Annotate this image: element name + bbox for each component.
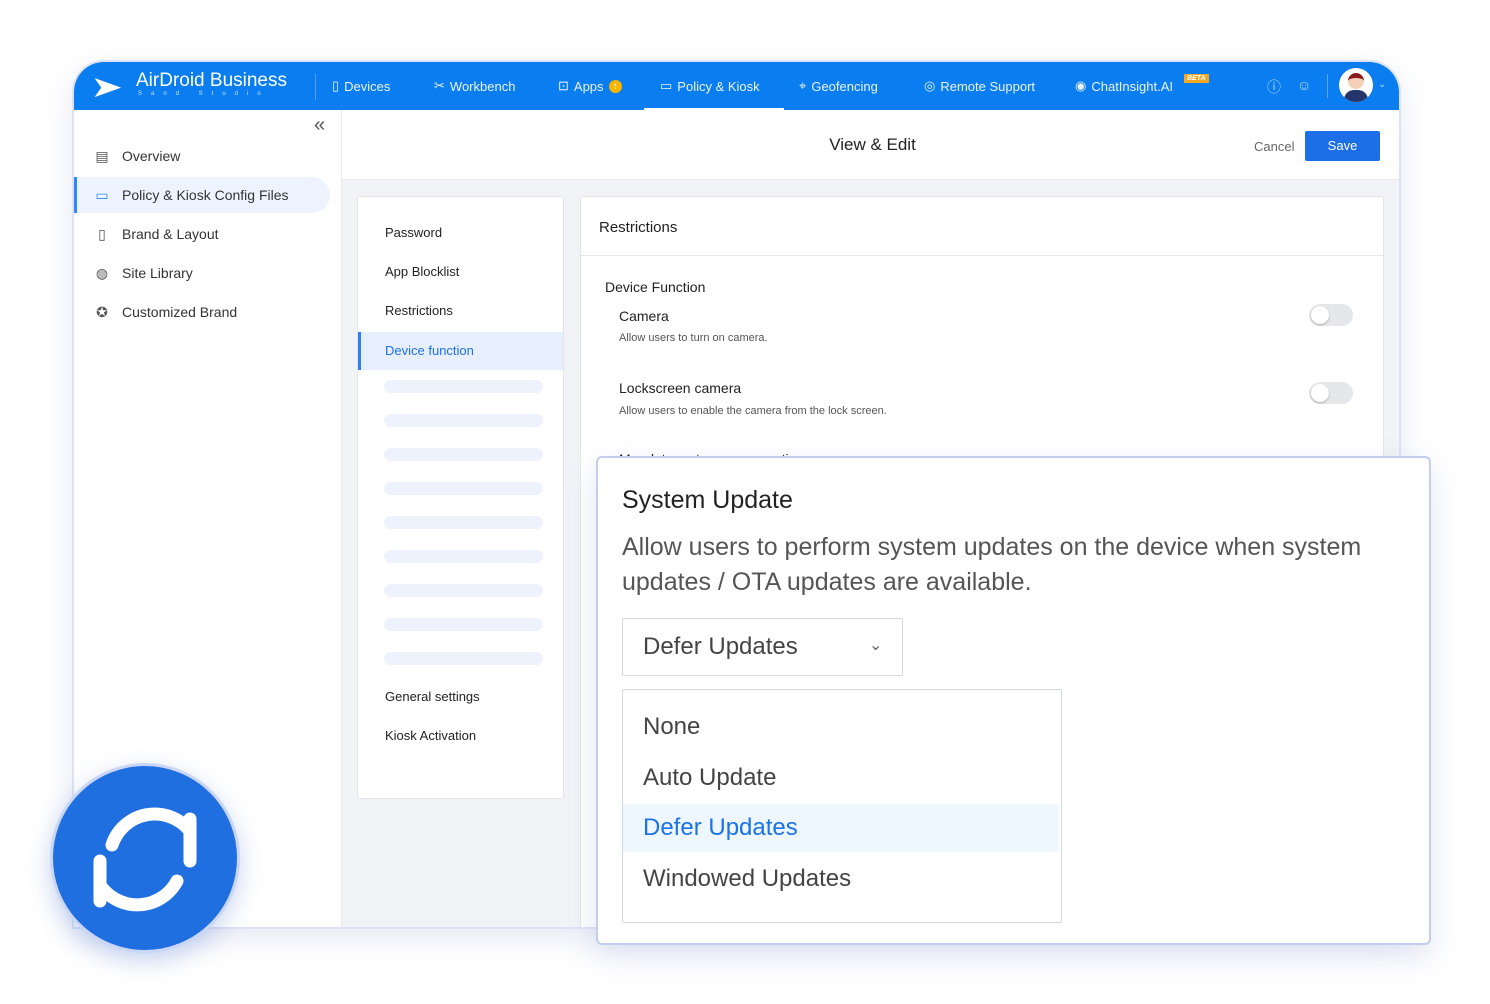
update-mode-select[interactable]: Defer Updates ⌄ [622,618,903,676]
sidebar-item-brand-layout[interactable]: ▯ Brand & Layout [74,216,330,252]
device-gear-icon: ▯ [98,225,106,242]
sync-badge [50,763,240,953]
sidebar-item-site-library[interactable]: ◍ Site Library [74,255,330,291]
folder-gear-icon: ▭ [95,186,109,203]
lockscreen-camera-toggle[interactable] [1309,382,1353,404]
setting-name: Lockscreen camera [619,380,742,396]
collapse-icon[interactable]: « [314,114,325,137]
save-button[interactable]: Save [1305,131,1380,161]
chat-icon: ◉ [1075,78,1087,93]
nav-policy-kiosk[interactable]: ▭ Policy & Kiosk [660,78,760,94]
setting-name: Camera [619,308,669,324]
globe-icon: ◍ [95,264,109,281]
option-defer-updates[interactable]: Defer Updates [623,804,1059,852]
panel-title: Restrictions [599,219,678,236]
option-auto-update[interactable]: Auto Update [623,754,1059,802]
bag-icon: ⊡ [558,78,569,93]
help-icon[interactable]: ⓘ [1267,77,1281,97]
select-value: Defer Updates [643,633,798,660]
sidebar-item-customized-brand[interactable]: ✪ Customized Brand [74,294,330,330]
brand-sub: Sand Studio [138,91,270,97]
nav-geofencing[interactable]: ⌖ Geofencing [799,78,878,94]
option-windowed-updates[interactable]: Windowed Updates [623,855,1059,903]
menu-item-restrictions[interactable]: Restrictions [358,292,563,330]
folder-icon: ▭ [660,78,673,93]
config-menu: Password App Blocklist Restrictions Devi… [357,196,564,799]
chevron-down-icon[interactable]: ⌄ [1378,79,1386,90]
cancel-button[interactable]: Cancel [1254,139,1294,154]
menu-item-general-settings[interactable]: General settings [358,678,563,716]
page-title: View & Edit [829,135,916,154]
beta-badge: BETA [1184,74,1209,83]
brand-name: AirDroid Business [136,70,287,91]
location-icon: ⌖ [799,78,807,93]
tablet-icon: ▯ [332,78,340,93]
nav-chatinsight[interactable]: ◉ ChatInsight.AI [1075,78,1173,94]
nav-workbench[interactable]: ✂ Workbench [434,78,515,94]
top-nav: ➤ AirDroid Business Sand Studio ▯ Devices… [74,62,1399,110]
menu-item-app-blocklist[interactable]: App Blocklist [358,253,563,291]
sidebar-item-policy-config[interactable]: ▭ Policy & Kiosk Config Files [74,177,330,213]
logo-icon: ➤ [90,71,123,104]
sync-icon [93,807,197,912]
chevron-down-icon: ⌄ [869,637,883,654]
support-agent-icon[interactable]: ☺ [1297,77,1311,93]
edit-header: View & Edit Cancel Save [342,110,1399,180]
system-update-title: System Update [622,486,793,514]
sidebar-item-overview[interactable]: ▤ Overview [74,138,330,174]
lifebuoy-icon: ◎ [924,78,936,93]
menu-item-device-function[interactable]: Device function [358,332,563,370]
avatar[interactable] [1339,68,1373,102]
system-update-card: System Update Allow users to perform sys… [596,456,1431,945]
nav-apps[interactable]: ⊡ Apps ↑ [558,78,622,94]
system-update-desc: Allow users to perform system updates on… [622,533,1362,596]
tools-icon: ✂ [434,78,445,93]
nav-remote-support[interactable]: ◎ Remote Support [924,78,1035,94]
update-badge-icon: ↑ [608,79,622,93]
camera-toggle[interactable] [1309,304,1353,326]
document-icon: ▤ [95,147,109,164]
option-none[interactable]: None [623,703,1059,751]
nav-devices[interactable]: ▯ Devices [332,78,390,94]
update-options-dropdown: None Auto Update Defer Updates Windowed … [622,689,1062,923]
menu-item-password[interactable]: Password [358,214,563,252]
section-title: Device Function [605,279,706,295]
setting-desc: Allow users to enable the camera from th… [619,405,887,417]
star-circle-icon: ✪ [96,303,108,320]
setting-desc: Allow users to turn on camera. [619,332,768,344]
menu-item-kiosk-activation[interactable]: Kiosk Activation [358,717,563,755]
